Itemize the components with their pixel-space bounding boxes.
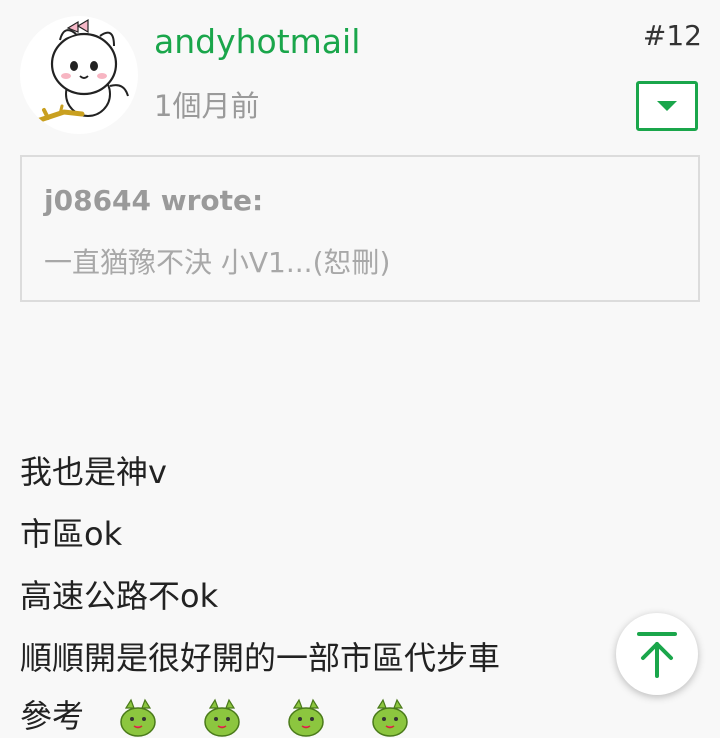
quote-author: j08644 wrote: [44,184,264,217]
green-blob-emoji-icon [372,698,408,737]
green-blob-emoji-icon [288,698,324,737]
post-body-line: 我也是神v [20,453,167,491]
post-body-line: 市區ok [20,515,123,553]
caret-down-icon [657,101,677,111]
post-number: #12 [642,19,702,52]
mascot-avatar-icon [31,18,129,125]
back-to-top-button[interactable] [616,613,698,695]
arrow-up-icon [637,632,677,678]
post-body-line: 參考 [20,697,85,735]
post-body-line: 順順開是很好開的一部市區代步車 [20,639,501,677]
avatar[interactable] [20,16,138,134]
post-body-line: 高速公路不ok [20,577,219,615]
post-menu-dropdown-button[interactable] [636,81,698,131]
green-blob-emoji-icon [204,698,240,737]
post-time: 1個月前 [154,89,260,123]
quote-block: j08644 wrote: 一直猶豫不決 小V1...(恕刪) [20,155,700,302]
green-blob-emoji-icon [120,698,156,737]
username-link[interactable]: andyhotmail [154,20,360,64]
emoji-row [112,698,454,738]
quote-text: 一直猶豫不決 小V1...(恕刪) [44,246,391,279]
